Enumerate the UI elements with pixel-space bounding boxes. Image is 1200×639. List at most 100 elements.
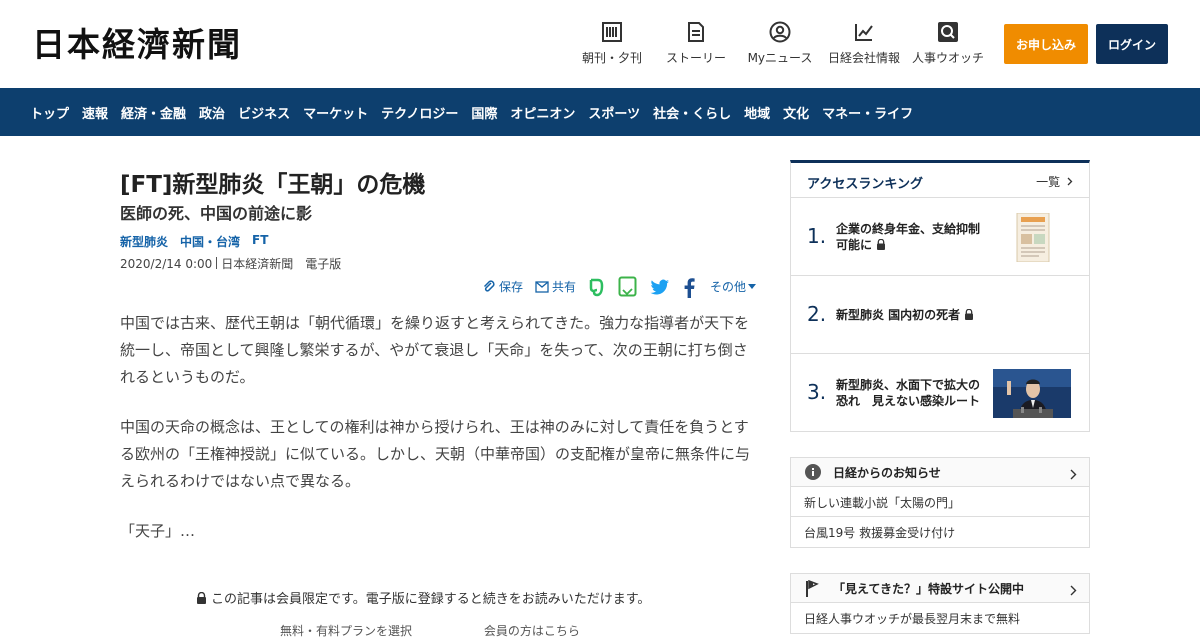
nav-label: Myニュース [747,51,813,65]
chevron-right-icon [1070,581,1077,600]
promo-header[interactable]: 「見えてきた？」特設サイト公開中 [791,574,1089,603]
gnav-item[interactable]: 国際 [471,103,497,122]
ranking-more-link[interactable]: 一覧 [1036,173,1073,190]
gnav-item[interactable]: 地域 [744,103,770,122]
evernote-icon[interactable] [587,277,605,297]
paywall-message: この記事は会員限定です。電子版に登録すると続きをお読みいただけます。 [196,588,650,607]
more-share-button[interactable]: その他 [710,278,757,295]
gnav-item[interactable]: 文化 [783,103,809,122]
nikkei-notice-box: 日経からのお知らせ 新しい連載小説「太陽の門」 台風19号 救援募金受け付け [790,457,1090,548]
twitter-icon[interactable] [650,279,670,296]
chart-icon [853,20,875,44]
bookmark-icon[interactable] [618,276,637,297]
gnav-item[interactable]: 社会・くらし [653,103,731,122]
sidebar: アクセスランキング 一覧 1. 企業の終身年金、支給抑制可能に 2. 新型肺炎 … [790,160,1090,634]
promo-item[interactable]: 日経人事ウオッチが最長翌月末まで無料 [791,603,1089,633]
save-button[interactable]: 保存 [482,278,523,295]
gnav-item[interactable]: トップ [30,103,69,122]
rank-headline: 新型肺炎、水面下で拡大の恐れ 見えない感染ルート [836,378,981,408]
paragraph: 中国の天命の概念は、王としての権利は神から授けられ、王は神のみに対して責任を負う… [120,418,751,490]
gnav-item[interactable]: テクノロジー [381,103,458,122]
global-nav: トップ 速報 経済・金融 政治 ビジネス マーケット テクノロジー 国際 オピニ… [0,88,1200,211]
gnav-item[interactable]: 政治 [199,103,225,122]
ranking-item[interactable]: 3. 新型肺炎、水面下で拡大の恐れ 見えない感染ルート [791,354,1089,432]
article-subtitle: 医師の死、中国の前途に影 [120,204,313,223]
paperclip-icon [483,279,495,292]
story-icon [687,20,705,44]
article-meta: 2020/2/14 0:00 日本経済新聞 電子版 [120,255,760,272]
lock-icon [877,238,886,250]
ranking-item[interactable]: 1. 企業の終身年金、支給抑制可能に [791,198,1089,276]
gnav-item[interactable]: 経済・金融 [121,103,186,122]
gnav-item[interactable]: ビジネス [238,103,290,122]
topic-tag[interactable]: 中国・台湾 [180,233,240,250]
ranking-item[interactable]: 2. 新型肺炎 国内初の死者 [791,276,1089,354]
caret-down-icon [748,284,757,289]
paragraph: 中国では古来、歴代王朝は「朝代循環」を繰り返すと考えられてきた。強力な指導者が天… [120,314,750,386]
search-icon[interactable] [1144,188,1168,212]
article-body: 中国では古来、歴代王朝は「朝代循環」を繰り返すと考えられてきた。強力な指導者が天… [120,310,750,568]
site-logo[interactable]: 日本経濟新聞 [32,26,242,64]
notice-title: 日経からのお知らせ [833,466,941,480]
share-bar: 保存 共有 その他 [120,276,760,302]
notice-item[interactable]: 新しい連載小説「太陽の門」 [791,487,1089,517]
access-ranking: アクセスランキング 一覧 1. 企業の終身年金、支給抑制可能に 2. 新型肺炎 … [790,160,1090,432]
flag-icon [805,579,819,602]
mail-icon [535,280,549,293]
nav-label: 朝刊・夕刊 [581,51,642,65]
ranking-header: アクセスランキング 一覧 [791,163,1089,198]
nav-label: 人事ウオッチ [911,51,984,65]
chevron-right-icon [1070,465,1077,484]
gnav-item[interactable]: マーケット [303,103,368,122]
document-thumbnail [993,212,1071,263]
site-header: 日本経濟新聞 朝刊・夕刊 ストーリー Myニュース 日経会社情報 人事ウオッチ … [0,0,1200,88]
lock-icon [197,591,206,604]
divider [216,257,218,269]
article-source: 日本経済新聞 電子版 [221,257,342,271]
share-button[interactable]: 共有 [535,278,576,295]
notice-item[interactable]: 台風19号 救援募金受け付け [791,517,1089,547]
topic-tags: 新型肺炎 中国・台湾 FT [120,233,760,250]
rank-number: 1. [807,224,827,248]
search-person-icon [937,20,959,44]
newspaper-icon [601,20,623,44]
member-login-link[interactable]: 会員の方はこちら [484,624,580,638]
promo-title: 「見えてきた？」特設サイト公開中 [833,582,1025,596]
topic-tag[interactable]: FT [252,233,268,250]
plan-link[interactable]: 無料・有料プランを選択 [280,624,412,638]
chevron-right-icon [1067,177,1073,186]
promo-box: 「見えてきた？」特設サイト公開中 日経人事ウオッチが最長翌月末まで無料 [790,573,1090,634]
nav-label: 日経会社情報 [827,51,900,65]
gnav-item[interactable]: マネー・ライフ [822,103,913,122]
paywall-links: 無料・有料プランを選択 会員の方はこちら [280,622,580,639]
lock-icon [965,308,974,320]
gnav-item[interactable]: スポーツ [588,103,640,122]
more-label: その他 [710,280,747,294]
paywall-text: この記事は会員限定です。電子版に登録すると続きをお読みいただけます。 [211,592,651,607]
more-label: 一覧 [1036,175,1061,189]
topic-tag[interactable]: 新型肺炎 [120,233,168,250]
gnav-item[interactable]: オピニオン [510,103,575,122]
gnav-item[interactable]: 速報 [82,103,108,122]
rank-text: 企業の終身年金、支給抑制可能に [836,221,986,253]
rank-number: 2. [807,302,827,326]
rank-number: 3. [807,380,827,404]
article: [FT]新型肺炎「王朝」の危機 医師の死、中国の前途に影 新型肺炎 中国・台湾 … [120,160,760,638]
info-icon [805,464,821,484]
paragraph: 「天子」… [120,522,196,540]
nav-label: ストーリー [665,51,726,65]
notice-header[interactable]: 日経からのお知らせ [791,458,1089,487]
facebook-icon[interactable] [683,278,695,298]
rank-headline: 企業の終身年金、支給抑制可能に [836,222,981,252]
article-title: [FT]新型肺炎「王朝」の危機 [120,172,426,198]
publish-date: 2020/2/14 0:00 [120,257,213,271]
rank-text: 新型肺炎 国内初の死者 [836,307,996,323]
photo-thumbnail [993,369,1071,418]
rank-headline: 新型肺炎 国内初の死者 [836,308,961,322]
login-button[interactable]: ログイン [1096,24,1168,64]
ranking-title: アクセスランキング [807,177,923,192]
share-label: 共有 [552,280,577,294]
save-label: 保存 [499,280,524,294]
subscribe-button[interactable]: お申し込み [1004,24,1088,64]
nav-personnel-watch[interactable]: 人事ウオッチ [898,20,998,66]
